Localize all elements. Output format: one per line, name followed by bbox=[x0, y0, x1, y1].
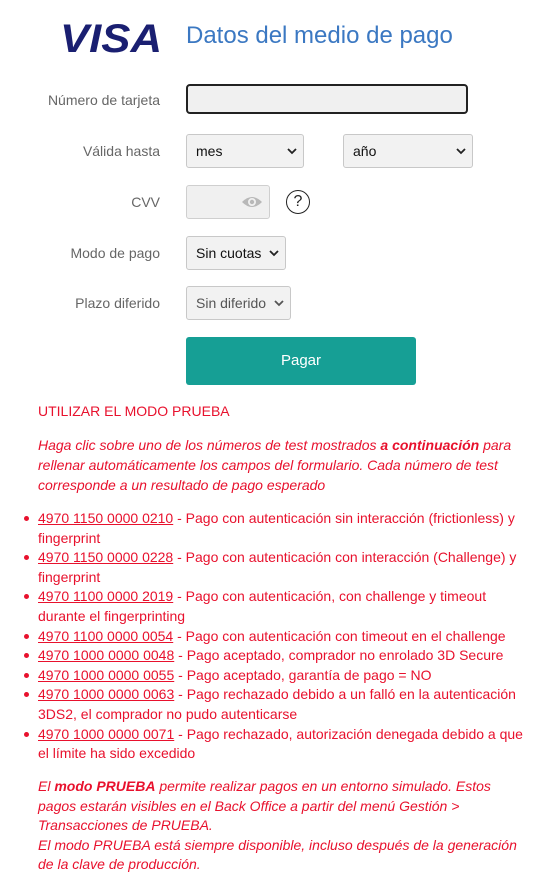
payment-mode-select[interactable]: Sin cuotas bbox=[186, 236, 286, 270]
payment-mode-row: Modo de pago Sin cuotas bbox=[0, 236, 560, 270]
expiry-label: Válida hasta bbox=[82, 143, 160, 159]
card-number-input[interactable] bbox=[186, 84, 468, 114]
visa-logo: VISA bbox=[60, 18, 162, 58]
cvv-input[interactable] bbox=[186, 185, 270, 219]
test-card-link[interactable]: 4970 1150 0000 0228 bbox=[38, 549, 173, 565]
list-item: 4970 1100 0000 2019 - Pago con autentica… bbox=[20, 587, 530, 626]
test-mode-heading: UTILIZAR EL MODO PRUEBA bbox=[38, 403, 230, 419]
list-item: 4970 1150 0000 0228 - Pago con autentica… bbox=[20, 548, 530, 587]
intro-bold: a continuación bbox=[380, 437, 480, 453]
test-card-description: - Pago aceptado, comprador no enrolado 3… bbox=[174, 647, 504, 664]
list-item: 4970 1000 0000 0071 - Pago rechazado, au… bbox=[20, 725, 530, 764]
test-card-link[interactable]: 4970 1100 0000 0054 bbox=[38, 628, 173, 644]
test-card-link[interactable]: 4970 1000 0000 0048 bbox=[38, 647, 174, 663]
list-item: 4970 1000 0000 0048 - Pago aceptado, com… bbox=[20, 646, 530, 666]
pay-button[interactable]: Pagar bbox=[186, 337, 416, 385]
card-number-row: Número de tarjeta bbox=[0, 84, 560, 118]
expiry-year-select[interactable]: año bbox=[343, 134, 473, 168]
svg-text:VISA: VISA bbox=[60, 18, 162, 58]
note-line-2: El modo PRUEBA está siempre disponible, … bbox=[38, 836, 517, 873]
test-card-description: - Pago con autenticación con timeout en … bbox=[173, 627, 506, 644]
deferred-label: Plazo diferido bbox=[75, 295, 160, 311]
list-item: 4970 1000 0000 0055 - Pago aceptado, gar… bbox=[20, 666, 530, 686]
cvv-row: CVV ? bbox=[0, 185, 560, 219]
eye-icon[interactable] bbox=[241, 194, 263, 210]
expiry-month-select[interactable]: mes bbox=[186, 134, 304, 168]
year-value: año bbox=[353, 143, 377, 159]
test-card-link[interactable]: 4970 1000 0000 0063 bbox=[38, 686, 174, 702]
deferred-row: Plazo diferido Sin diferido bbox=[0, 286, 560, 320]
chevron-down-icon bbox=[456, 148, 466, 155]
intro-text: Haga clic sobre uno de los números de te… bbox=[38, 437, 381, 453]
card-number-label: Número de tarjeta bbox=[47, 92, 160, 108]
cvv-label: CVV bbox=[131, 194, 160, 210]
test-card-link[interactable]: 4970 1000 0000 0055 bbox=[38, 667, 174, 683]
header: VISA Datos del medio de pago bbox=[0, 0, 560, 78]
note-bold: modo PRUEBA bbox=[54, 778, 156, 794]
expiry-row: Válida hasta mes año bbox=[0, 134, 560, 168]
list-item: 4970 1000 0000 0063 - Pago rechazado deb… bbox=[20, 685, 530, 724]
chevron-down-icon bbox=[287, 148, 297, 155]
chevron-down-icon bbox=[269, 250, 279, 257]
test-card-link[interactable]: 4970 1000 0000 0071 bbox=[38, 726, 174, 742]
test-card-link[interactable]: 4970 1150 0000 0210 bbox=[38, 510, 173, 526]
test-mode-note: El modo PRUEBA permite realizar pagos en… bbox=[38, 777, 528, 875]
month-value: mes bbox=[196, 143, 223, 159]
test-mode-intro: Haga clic sobre uno de los números de te… bbox=[38, 435, 518, 495]
page-title: Datos del medio de pago bbox=[186, 22, 453, 49]
list-item: 4970 1150 0000 0210 - Pago con autentica… bbox=[20, 509, 530, 548]
test-card-description: - Pago aceptado, garantía de pago = NO bbox=[174, 666, 432, 683]
chevron-down-icon bbox=[274, 300, 284, 307]
deferred-value: Sin diferido bbox=[196, 295, 267, 311]
question-circle-icon[interactable]: ? bbox=[286, 190, 310, 214]
note-text: El bbox=[38, 778, 55, 794]
test-card-link[interactable]: 4970 1100 0000 2019 bbox=[38, 588, 173, 604]
test-card-list: 4970 1150 0000 0210 - Pago con autentica… bbox=[20, 509, 530, 764]
payment-mode-label: Modo de pago bbox=[70, 245, 160, 261]
payment-mode-value: Sin cuotas bbox=[196, 245, 262, 261]
deferred-select[interactable]: Sin diferido bbox=[186, 286, 291, 320]
list-item: 4970 1100 0000 0054 - Pago con autentica… bbox=[20, 627, 530, 647]
